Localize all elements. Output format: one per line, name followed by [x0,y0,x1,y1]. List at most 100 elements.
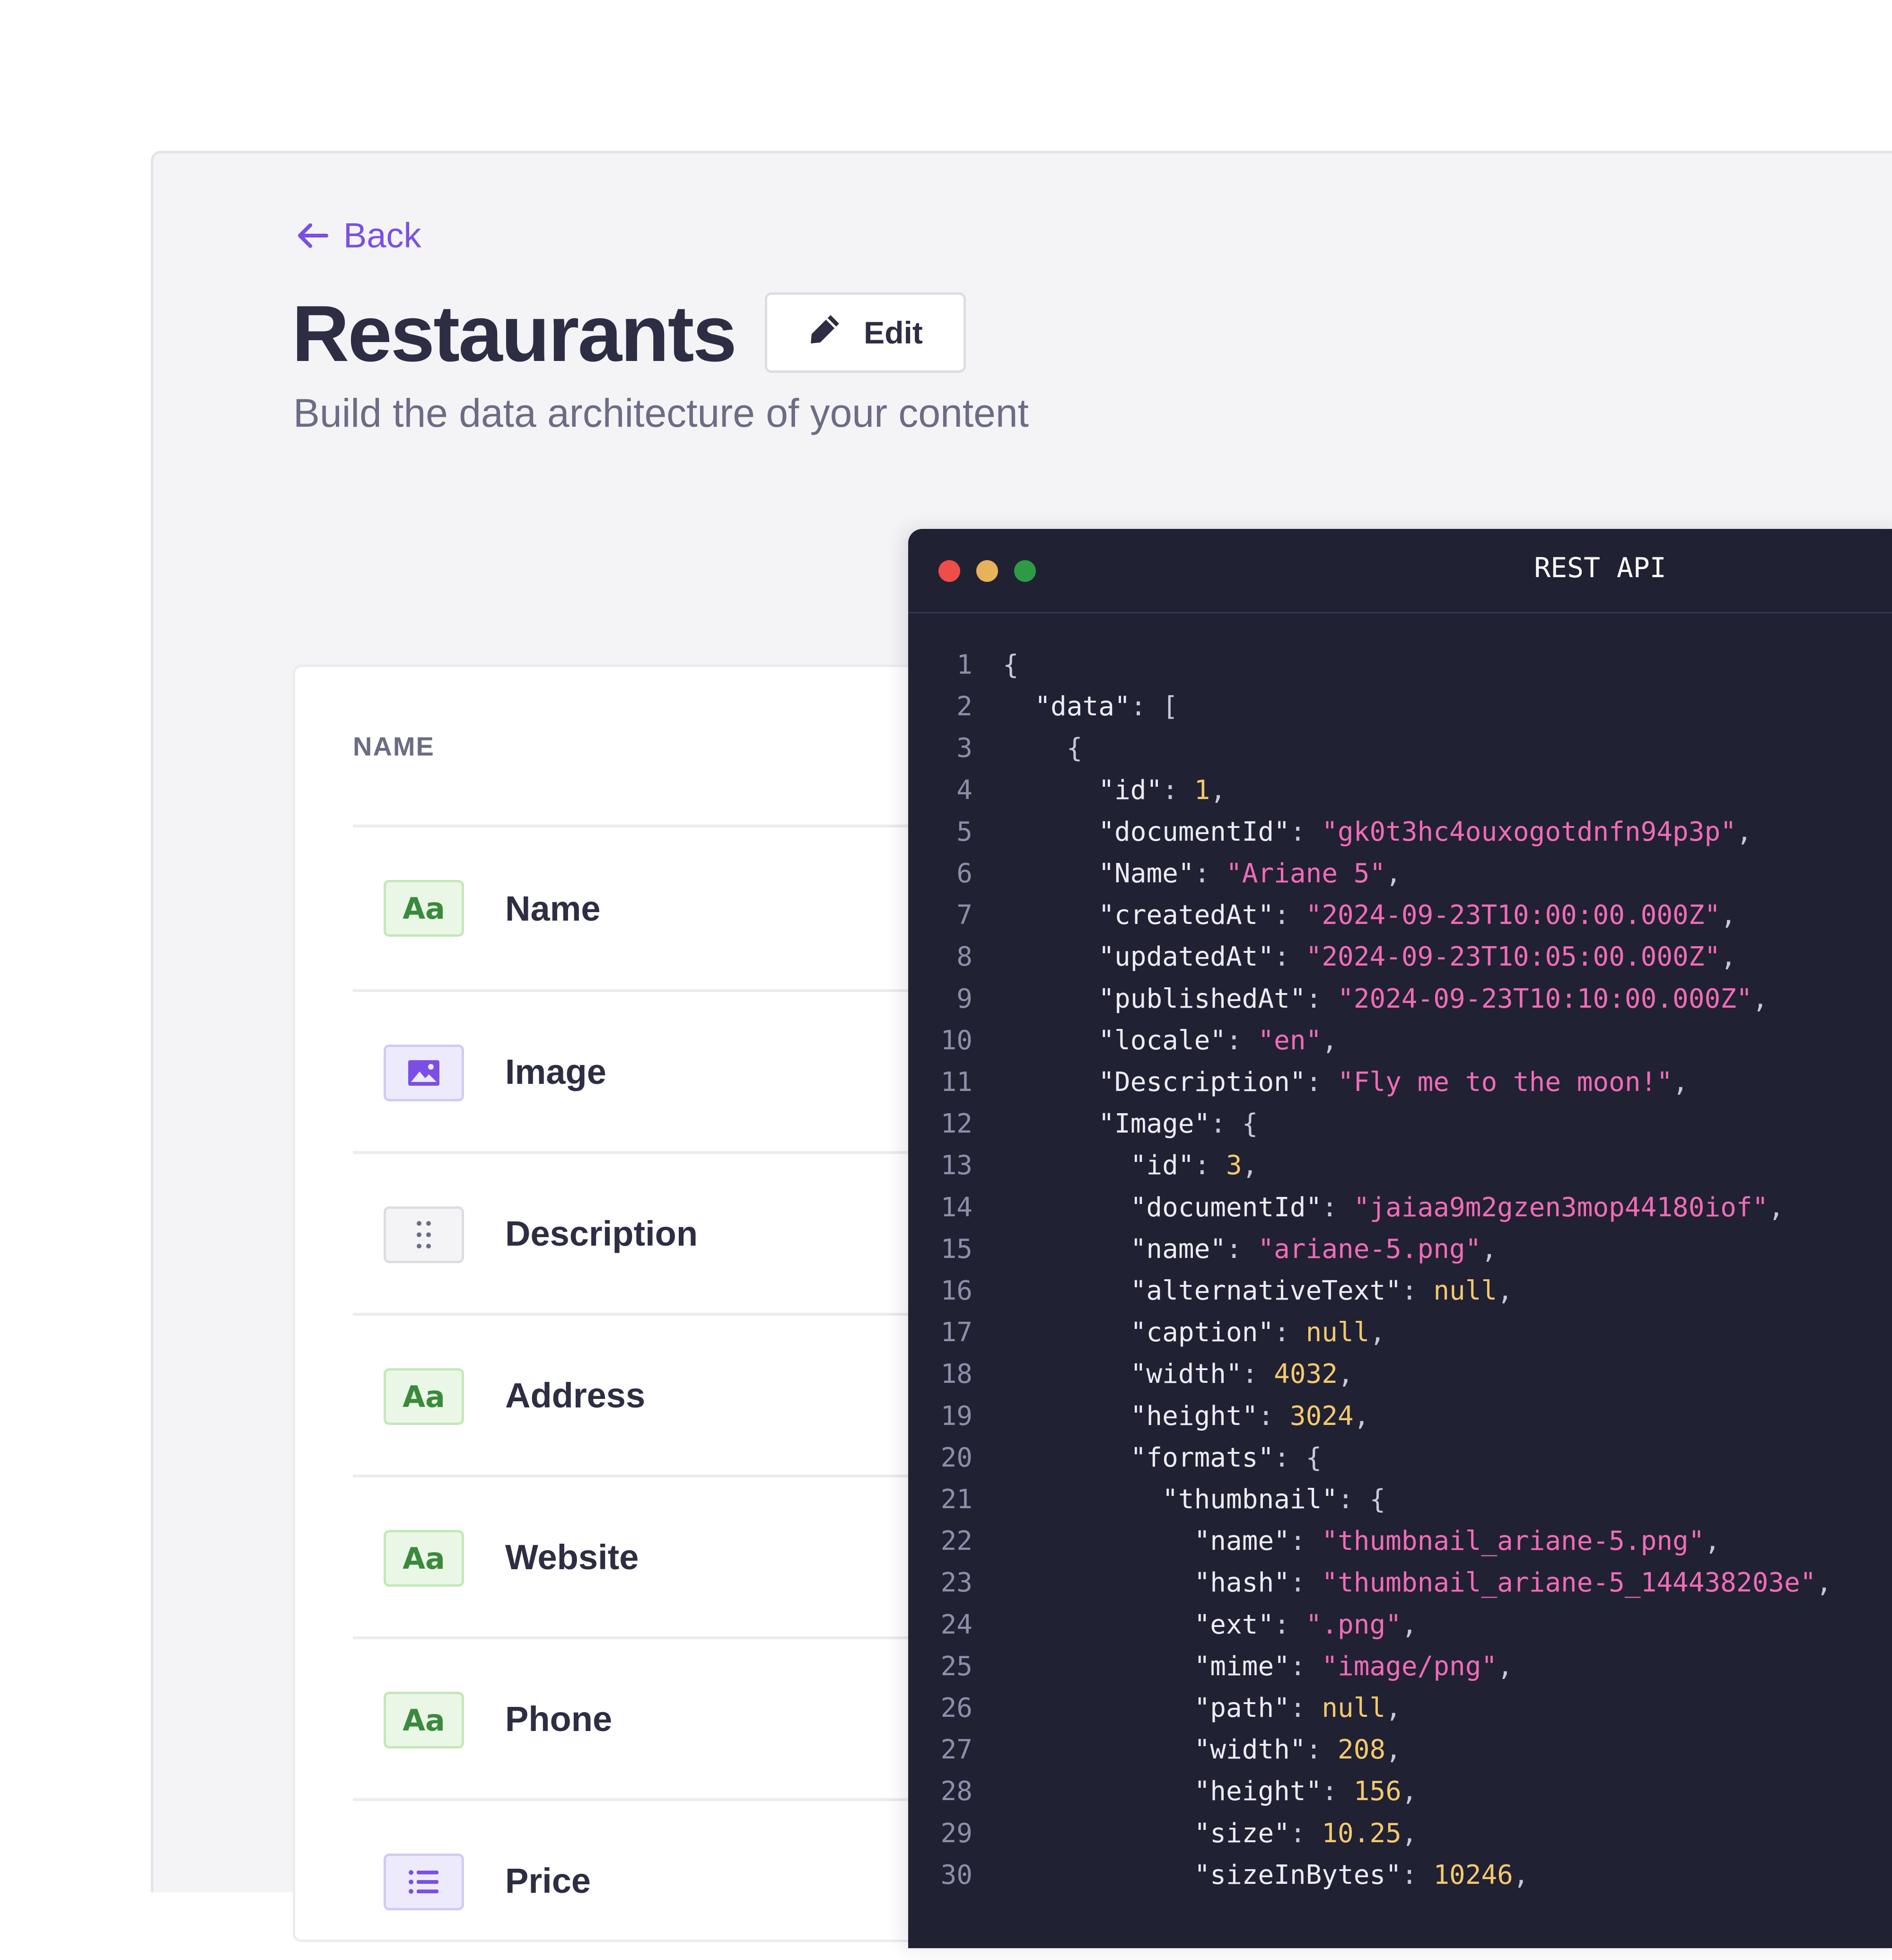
code-line: 16 "alternativeText": null, [908,1270,1513,1312]
code-line: 4 "id": 1, [908,770,1226,811]
line-number: 20 [940,1442,972,1473]
line-number: 19 [940,1400,972,1432]
code-line: 12 "Image": { [908,1103,1258,1145]
line-number: 29 [940,1818,972,1849]
code-line: 21 "thumbnail": { [908,1479,1386,1521]
code-text: "sizeInBytes": 10246, [1194,1859,1529,1890]
back-link[interactable]: Back [295,215,421,255]
code-line: 17 "caption": null, [908,1312,1386,1354]
code-line: 8 "updatedAt": "2024-09-23T10:05:00.000Z… [908,936,1736,978]
code-text: "name": "ariane-5.png", [1130,1233,1498,1265]
code-text: "createdAt": "2024-09-23T10:00:00.000Z", [1098,900,1736,931]
code-line: 26 "path": null, [908,1688,1401,1729]
code-text: "id": 3, [1130,1150,1258,1181]
field-row-phone[interactable]: Aa Phone [353,1636,968,1798]
code-line: 15 "name": "ariane-5.png", [908,1229,1498,1270]
code-text: "documentId": "jaiaa9m2gzen3mop44180iof"… [1130,1192,1785,1223]
code-text: "locale": "en", [1098,1025,1338,1056]
minimize-window-icon[interactable] [976,560,998,582]
line-number: 2 [956,691,972,722]
code-text: "updatedAt": "2024-09-23T10:05:00.000Z", [1098,941,1736,973]
code-line: 29 "size": 10.25, [908,1813,1418,1855]
line-number: 17 [940,1317,972,1348]
line-number: 15 [940,1233,972,1265]
code-text: "width": 208, [1194,1734,1401,1766]
line-number: 30 [940,1859,972,1890]
code-text: "name": "thumbnail_ariane-5.png", [1194,1526,1721,1557]
code-text: { [1066,733,1083,764]
edit-label: Edit [864,315,923,350]
pencil-icon [808,312,842,353]
code-line: 7 "createdAt": "2024-09-23T10:00:00.000Z… [908,895,1736,936]
code-text: "path": null, [1194,1693,1401,1723]
code-text: "Name": "Ariane 5", [1098,858,1401,889]
line-number: 22 [940,1526,972,1557]
code-line: 13 "id": 3, [908,1145,1258,1187]
line-number: 12 [940,1108,972,1140]
code-text: "Image": { [1098,1108,1258,1140]
window-titlebar: REST API [908,529,1892,614]
code-line: 19 "height": 3024, [908,1396,1370,1437]
field-label: Price [505,1861,591,1900]
code-text: { [1003,650,1019,680]
code-line: 22 "name": "thumbnail_ariane-5.png", [908,1521,1721,1562]
line-number: 23 [940,1567,972,1599]
code-line: 30 "sizeInBytes": 10246, [908,1855,1529,1896]
code-text: "hash": "thumbnail_ariane-5_144438203e", [1194,1567,1832,1599]
code-text: "thumbnail": { [1162,1484,1386,1515]
text-icon: Aa [384,1692,464,1749]
field-row-address[interactable]: Aa Address [353,1313,968,1475]
text-icon: Aa [384,1368,464,1425]
field-row-website[interactable]: Aa Website [353,1475,968,1636]
code-line: 24 "ext": ".png", [908,1604,1418,1646]
code-text: "ext": ".png", [1194,1609,1418,1640]
code-line: 27 "width": 208, [908,1729,1401,1771]
code-text: "formats": { [1130,1442,1322,1473]
line-number: 18 [940,1359,972,1390]
back-label: Back [343,216,421,255]
maximize-window-icon[interactable] [1014,560,1036,582]
field-label: Website [505,1537,639,1577]
line-number: 24 [940,1609,972,1640]
code-line: 9 "publishedAt": "2024-09-23T10:10:00.00… [908,978,1768,1020]
code-text: "data": [ [1034,691,1178,722]
line-number: 25 [940,1651,972,1682]
line-number: 10 [940,1025,972,1056]
list-icon [384,1854,464,1910]
close-window-icon[interactable] [938,560,960,582]
code-text: "documentId": "gk0t3hc4ouxogotdnfn94p3p"… [1098,816,1752,847]
field-row-description[interactable]: Description [353,1151,968,1313]
line-number: 26 [940,1693,972,1723]
line-number: 9 [956,983,972,1014]
code-line: 25 "mime": "image/png", [908,1646,1513,1688]
line-number: 5 [956,816,972,847]
line-number: 13 [940,1150,972,1181]
field-row-name[interactable]: Aa Name [353,827,968,989]
code-line: 28 "height": 156, [908,1771,1418,1812]
line-number: 11 [940,1067,972,1098]
code-text: "height": 3024, [1130,1400,1370,1432]
line-number: 16 [940,1275,972,1306]
edit-button[interactable]: Edit [765,292,966,373]
code-line: 6 "Name": "Ariane 5", [908,853,1401,895]
code-line: 14 "documentId": "jaiaa9m2gzen3mop44180i… [908,1187,1784,1229]
field-row-image[interactable]: Image [353,989,968,1151]
code-line: 11 "Description": "Fly me to the moon!", [908,1062,1689,1103]
line-number: 21 [940,1484,972,1515]
field-label: Address [505,1375,646,1415]
line-number: 4 [956,774,972,806]
field-label: Phone [505,1699,613,1739]
code-line: 23 "hash": "thumbnail_ariane-5_144438203… [908,1562,1832,1604]
code-line: 10 "locale": "en", [908,1020,1338,1062]
code-line: 20 "formats": { [908,1437,1322,1479]
arrow-left-icon [295,221,329,250]
line-number: 27 [940,1734,972,1766]
code-line: 2 "data": [ [908,686,1178,728]
line-number: 14 [940,1192,972,1223]
field-label: Description [505,1213,698,1253]
code-text: "width": 4032, [1130,1359,1354,1390]
page-subtitle: Build the data architecture of your cont… [293,391,1029,435]
field-label: Image [505,1052,606,1091]
field-row-price[interactable]: Price [353,1798,968,1960]
line-number: 1 [956,650,972,680]
